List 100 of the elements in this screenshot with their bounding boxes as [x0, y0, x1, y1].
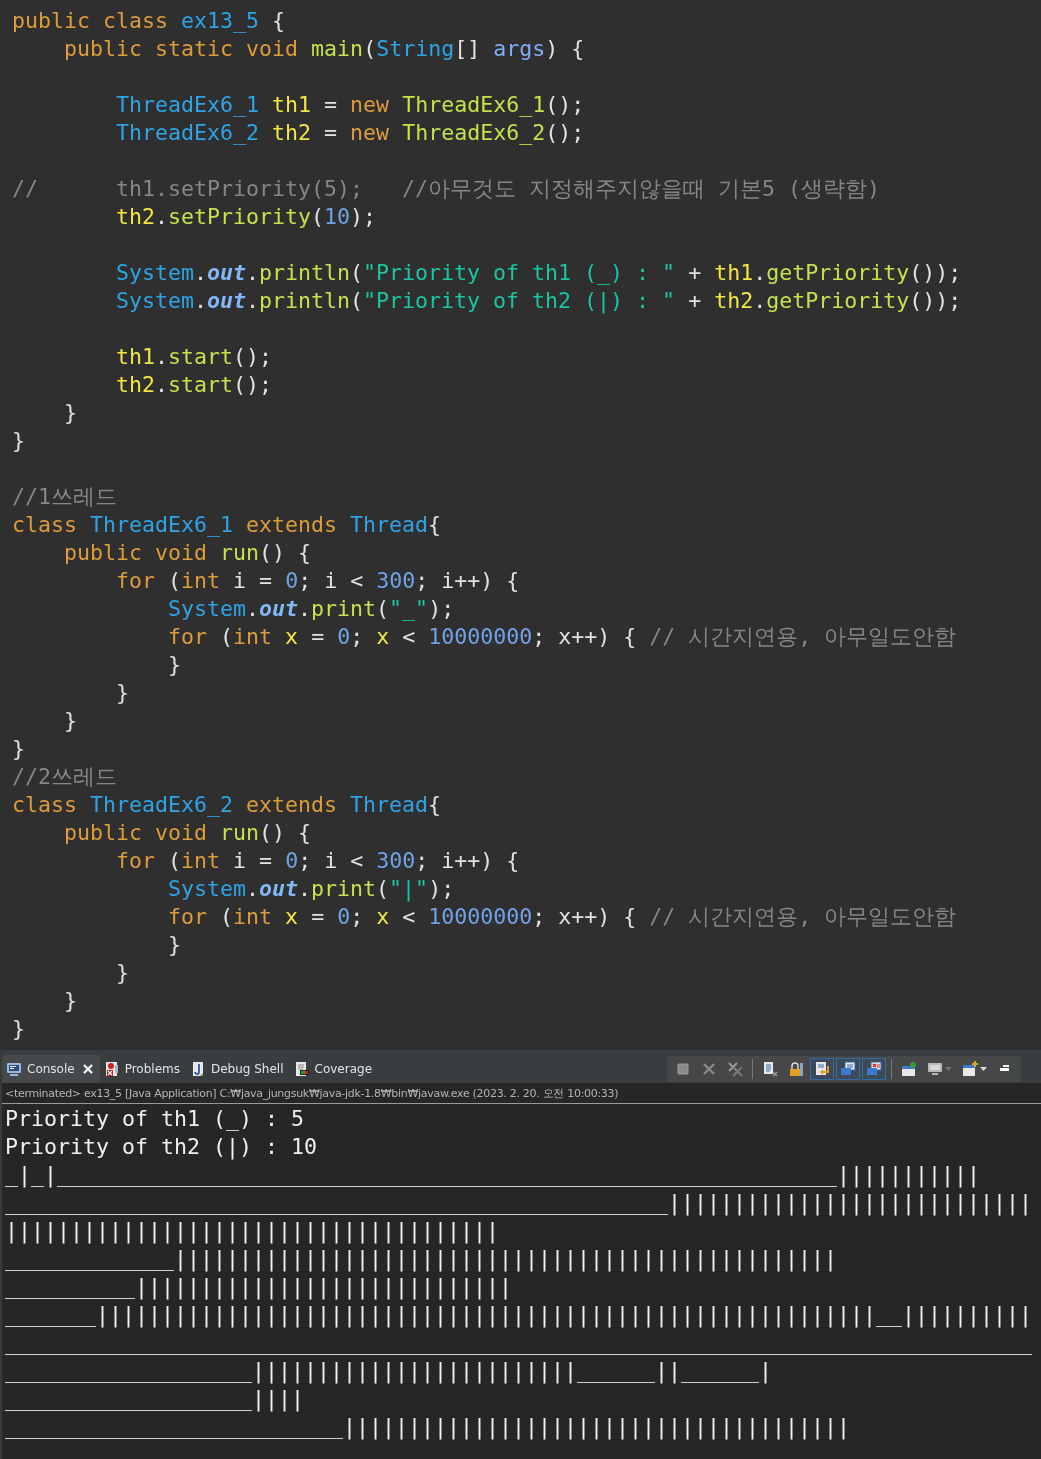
code-text: ; x++) { [532, 624, 637, 649]
code-text: { [272, 8, 286, 33]
code-text: . [155, 344, 169, 369]
code-text: i = [233, 568, 273, 593]
keyword: class [103, 8, 169, 33]
close-icon[interactable] [81, 1063, 94, 1075]
class-name: System [168, 596, 247, 621]
code-text: } [12, 428, 25, 453]
string-literal: "|" [389, 876, 429, 901]
code-text: ; x++) { [532, 904, 637, 929]
padlock-icon [788, 1061, 804, 1077]
code-text: . [194, 260, 208, 285]
monitor-icon [6, 1061, 22, 1077]
keyword: class [12, 792, 77, 817]
console-output-line: Priority of th2 (|) : 10 [5, 1133, 318, 1161]
variable-name: th2 [272, 120, 312, 145]
string-literal: "Priority of th2 (|) : " [363, 288, 676, 313]
number-literal: 300 [376, 848, 416, 873]
number-literal: 10 [324, 204, 351, 229]
class-name: System [116, 288, 195, 313]
variable-name: th2 [116, 372, 156, 397]
keyword: extends [246, 792, 338, 817]
comment: // 시간지연용, 아무일도안함 [649, 904, 957, 929]
method-name: run [220, 820, 260, 845]
code-text: ( [220, 624, 234, 649]
number-literal: 0 [337, 624, 351, 649]
clear-document-icon [762, 1061, 778, 1077]
code-text: = [311, 904, 325, 929]
code-text: . [246, 596, 260, 621]
monitor-icon [927, 1061, 943, 1077]
console-output-line: Priority of th1 (_) : 5 [5, 1105, 305, 1133]
code-text: } [116, 680, 130, 705]
code-text: ); [350, 204, 377, 229]
code-text: < [402, 904, 416, 929]
keyword: for [168, 904, 208, 929]
dropdown-caret-icon [980, 1067, 987, 1071]
toolbar-button[interactable] [836, 1058, 860, 1080]
code-text: < [402, 624, 416, 649]
keyword: new [350, 120, 390, 145]
code-text: { [428, 512, 442, 537]
pinned-window-icon [901, 1061, 917, 1077]
field-name: out [259, 876, 299, 901]
method-name: println [259, 260, 351, 285]
keyword: int [181, 848, 221, 873]
view-tab[interactable]: Coverage [289, 1055, 378, 1083]
console-output-line: ___________________________________________________|||||||||||||||||||||||||||| [5, 1189, 1034, 1217]
code-text: . [194, 288, 208, 313]
view-tab[interactable]: Console [2, 1055, 100, 1083]
keyword: for [168, 624, 208, 649]
code-text: () { [259, 820, 312, 845]
class-name: System [116, 260, 195, 285]
code-text: } [168, 932, 182, 957]
code-text: + [688, 260, 702, 285]
view-tab[interactable]: Debug Shell [185, 1055, 290, 1083]
code-text: . [246, 260, 260, 285]
cross-icon [701, 1061, 717, 1077]
code-text: . [155, 204, 169, 229]
keyword: public [12, 8, 90, 33]
code-text: i = [233, 848, 273, 873]
variable-name: th2 [116, 204, 156, 229]
keyword: public [64, 540, 143, 565]
toolbar-button[interactable] [810, 1058, 834, 1080]
code-text: } [64, 708, 78, 733]
code-text: (); [233, 372, 273, 397]
code-text: ( [350, 260, 364, 285]
code-text: ); [428, 596, 455, 621]
code-text: ()); [909, 260, 962, 285]
method-name: getPriority [766, 260, 910, 285]
toolbar-button[interactable] [862, 1058, 886, 1080]
code-text: ; i++) { [415, 568, 520, 593]
number-literal: 10000000 [428, 904, 533, 929]
code-text: . [298, 876, 312, 901]
class-name: ThreadEx6_1 [116, 92, 260, 117]
field-name: out [207, 288, 247, 313]
code-text: [] [454, 36, 481, 61]
field-name: out [259, 596, 299, 621]
code-text: ; [350, 904, 364, 929]
dropdown-caret-icon [945, 1067, 952, 1071]
string-literal: "Priority of th1 (_) : " [363, 260, 676, 285]
code-text: ( [363, 36, 377, 61]
view-tab[interactable]: Problems [99, 1055, 186, 1083]
string-literal: "_" [389, 596, 429, 621]
code-text: . [246, 288, 260, 313]
code-text: + [688, 288, 702, 313]
code-text: ( [168, 848, 182, 873]
variable-name: x [285, 624, 299, 649]
comment: // 시간지연용, 아무일도안함 [649, 624, 957, 649]
variable-name: th1 [116, 344, 156, 369]
keyword: void [246, 36, 299, 61]
console-output-line: _______________________________________________________________________________ [5, 1329, 1034, 1357]
console-output-line: _______||||||||||||||||||||||||||||||||||||||||||||||||||||||||||||__|||||||||| [5, 1301, 1034, 1329]
code-text: ) { [545, 36, 585, 61]
code-text: = [311, 624, 325, 649]
method-name: print [311, 876, 377, 901]
keyword: static [155, 36, 234, 61]
code-text: } [116, 960, 130, 985]
console-output-line: _____________||||||||||||||||||||||||||||||||||||||||||||||||||| [5, 1245, 839, 1273]
wrap-document-icon [814, 1061, 830, 1077]
code-text: ; [350, 624, 364, 649]
comment: // th1.setPriority(5); //아무것도 지정해주지않을때 기본5 (생략함) [12, 176, 881, 201]
